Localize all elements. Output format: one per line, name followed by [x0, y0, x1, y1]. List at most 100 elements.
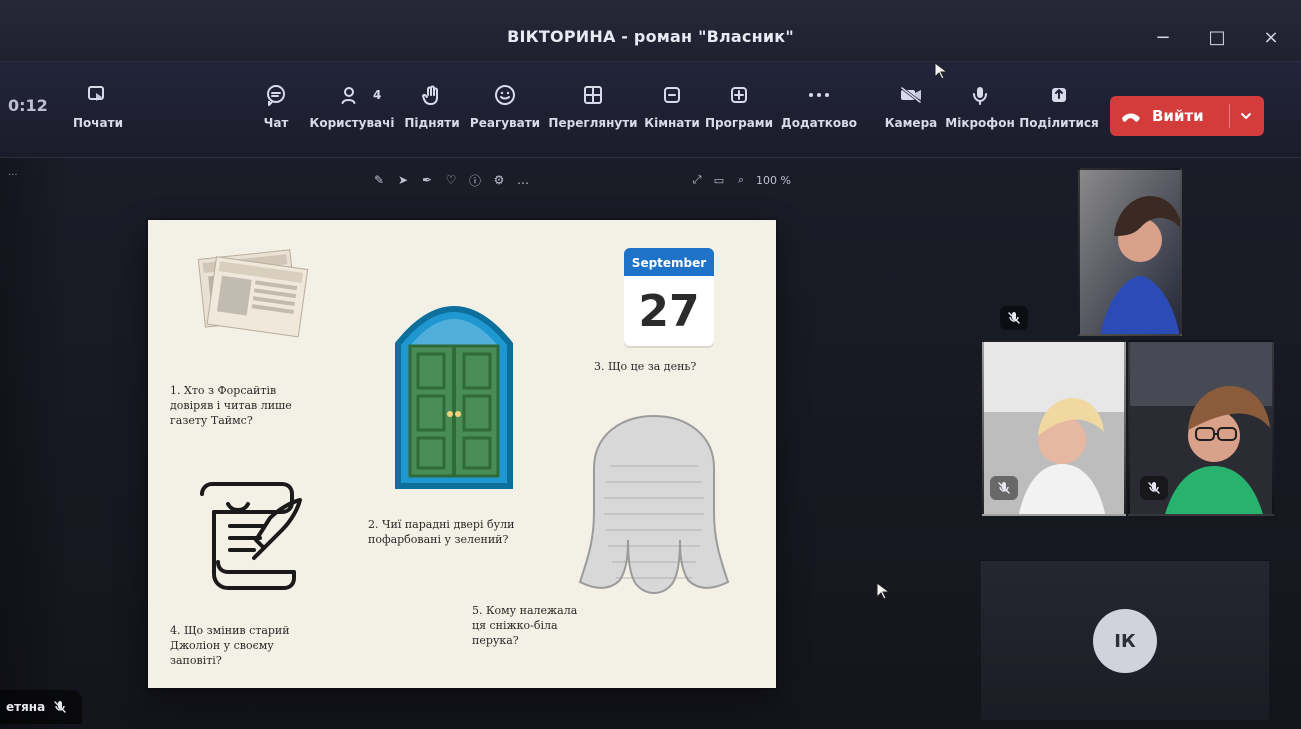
scroll-quill-icon: [200, 482, 302, 590]
window-controls: − □ ×: [1149, 23, 1285, 51]
camera-off-icon: [896, 80, 926, 110]
wig-image: [578, 414, 730, 594]
meeting-timer: 0:12: [8, 96, 48, 115]
mic-off-icon: [54, 701, 66, 713]
tool-raise[interactable]: Підняти: [404, 80, 460, 140]
calendar-day: 27: [638, 285, 700, 337]
mouse-cursor-icon: [876, 582, 890, 600]
tool-more[interactable]: Додатково: [780, 80, 858, 140]
zoom-text: 100 %: [756, 173, 791, 187]
avatar-initials: ІК: [1114, 630, 1136, 652]
pen-icon[interactable]: ✒: [420, 173, 434, 187]
newspaper-image: [197, 249, 309, 338]
tool-react[interactable]: Реагувати: [470, 80, 540, 140]
start-button[interactable]: Почати: [70, 80, 126, 140]
meeting-content: ··· ✎ ➤ ✒ ♡ ⓘ ⚙ … ⤢ ▭ ⌕ 100 % September …: [0, 62, 1301, 729]
participant-avatar-tile[interactable]: ІК: [980, 560, 1270, 720]
mic-off-icon: [998, 482, 1010, 494]
tool-camera[interactable]: Камера: [884, 80, 938, 140]
zoom-controls: ⤢ ▭ ⌕ 100 %: [690, 173, 791, 187]
participant-1-image: [1080, 170, 1180, 334]
tool-view[interactable]: Переглянути: [548, 80, 638, 140]
chevron-down-icon[interactable]: [1238, 108, 1254, 124]
green-door-image: [395, 306, 513, 489]
question-2: 2. Чиї парадні двері були пофарбовані у …: [368, 518, 515, 546]
question-3: 3. Що це за день?: [594, 360, 697, 373]
more-icon: [804, 80, 834, 110]
teams-window: ВІКТОРИНА - роман "Власник" − □ × 0:12 П…: [0, 0, 1301, 729]
maximize-icon: □: [1208, 26, 1226, 48]
info-icon[interactable]: ⓘ: [468, 173, 482, 188]
more-label: Додатково: [781, 116, 857, 130]
participant-name: етяна: [6, 700, 46, 714]
window-title: ВІКТОРИНА - роман "Власник": [507, 27, 794, 46]
apps-label: Програми: [704, 116, 774, 130]
tool-people[interactable]: 4 Користувачі: [309, 80, 395, 140]
chat-icon: [261, 80, 291, 110]
chat-label: Чат: [263, 116, 289, 130]
window-titlebar: ВІКТОРИНА - роман "Власник" − □ ×: [0, 0, 1301, 62]
grid-icon: [578, 80, 608, 110]
more-dots-icon[interactable]: …: [516, 173, 530, 187]
leave-label: Вийти: [1152, 107, 1204, 125]
calendar-image: September 27: [624, 248, 714, 346]
participant-avatar: ІК: [1093, 609, 1157, 673]
people-label: Користувачі: [309, 116, 395, 130]
leave-separator: [1229, 104, 1230, 128]
mute-badge-2: [990, 476, 1018, 500]
share-label: Поділитися: [1019, 116, 1099, 130]
left-top-indicator: ···: [8, 170, 18, 181]
tool-chat[interactable]: Чат: [254, 80, 298, 140]
hand-icon: [417, 80, 447, 110]
start-label: Почати: [73, 116, 123, 130]
leave-button[interactable]: Вийти: [1110, 96, 1264, 136]
screen-share-toolbar: ✎ ➤ ✒ ♡ ⓘ ⚙ … ⤢ ▭ ⌕ 100 %: [372, 168, 892, 192]
view-label: Переглянути: [548, 116, 638, 130]
tool-rooms[interactable]: Кімнати: [644, 80, 700, 140]
pointer-icon[interactable]: ➤: [396, 173, 410, 187]
annotate-icon[interactable]: ✎: [372, 173, 386, 187]
tool-apps[interactable]: Програми: [704, 80, 774, 140]
left-edge: [0, 158, 70, 729]
mic-off-icon: [1008, 312, 1020, 324]
people-icon: 4: [337, 80, 381, 110]
question-5: 5. Кому належала ця сніжко-біла перука?: [472, 604, 578, 647]
zoom-icon[interactable]: ⌕: [734, 173, 748, 187]
camera-label: Камера: [884, 116, 938, 130]
mouse-cursor-icon: [934, 62, 948, 80]
shared-slide: September 27 1. Хто з Форсайтів довіряв …: [148, 220, 776, 688]
fit-icon[interactable]: ⤢: [690, 173, 704, 187]
people-count: 4: [373, 88, 382, 102]
settings-icon[interactable]: ⚙: [492, 173, 506, 187]
react-label: Реагувати: [469, 116, 541, 130]
mic-label: Мікрофон: [945, 116, 1015, 130]
share-icon: [1044, 80, 1074, 110]
mute-badge-3: [1140, 476, 1168, 500]
heart-icon[interactable]: ♡: [444, 173, 458, 187]
tool-share[interactable]: Поділитися: [1016, 80, 1102, 140]
calendar-month: September: [631, 256, 707, 270]
meeting-toolbar: 0:12 Почати Чат 4 Користувачі Підняти Ре…: [0, 62, 1301, 158]
maximize-button[interactable]: □: [1203, 23, 1231, 51]
close-button[interactable]: ×: [1257, 23, 1285, 51]
calendar-body: 27: [624, 276, 714, 346]
calendar-top: September: [624, 248, 714, 278]
window-icon[interactable]: ▭: [712, 173, 726, 187]
mute-badge-1: [1000, 306, 1028, 330]
smile-icon: [490, 80, 520, 110]
participant-video-1[interactable]: [1078, 168, 1182, 336]
rooms-icon: [657, 80, 687, 110]
minimize-icon: −: [1155, 26, 1171, 48]
tool-mic[interactable]: Мікрофон: [945, 80, 1015, 140]
minimize-button[interactable]: −: [1149, 23, 1177, 51]
raise-label: Підняти: [404, 116, 460, 130]
start-icon: [83, 80, 113, 110]
question-4: 4. Що змінив старий Джоліон у своєму зап…: [170, 624, 290, 667]
plus-icon: [724, 80, 754, 110]
close-icon: ×: [1263, 26, 1279, 48]
bottom-left-participant: етяна: [0, 690, 82, 724]
mic-off-icon: [1148, 482, 1160, 494]
phone-hangup-icon: [1122, 113, 1140, 122]
mic-icon: [965, 80, 995, 110]
question-1: 1. Хто з Форсайтів довіряв і читав лише …: [170, 384, 292, 427]
